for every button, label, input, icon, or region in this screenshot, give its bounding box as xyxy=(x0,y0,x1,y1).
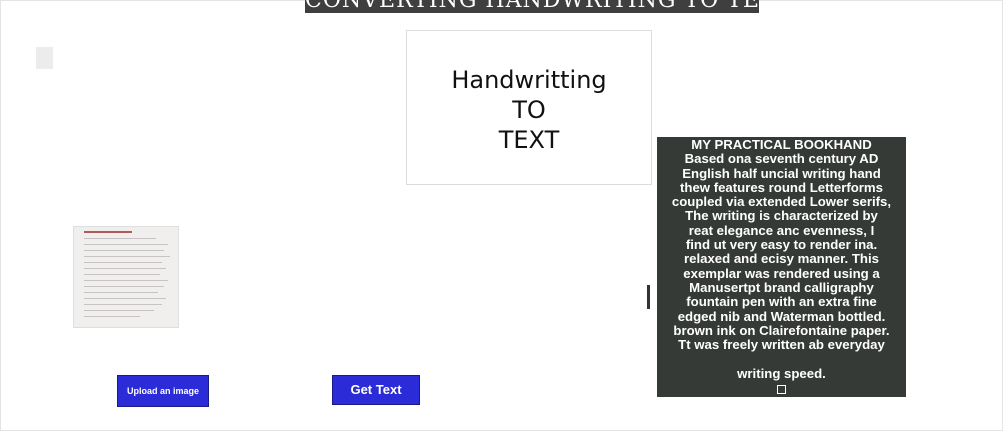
result-line: MY PRACTICAL BOOKHAND xyxy=(691,137,872,152)
thumbnail-text-line xyxy=(84,274,160,275)
result-line: writing speed. xyxy=(737,365,826,381)
text-cursor xyxy=(647,285,650,309)
result-line: thew features round Letterforms xyxy=(680,179,883,195)
hero-banner: Handwritting TO TEXT xyxy=(406,30,652,185)
result-line: exemplar was rendered using a xyxy=(683,265,880,281)
thumbnail-text-line xyxy=(84,238,156,239)
result-line: Manusertpt brand calligraphy xyxy=(689,279,874,295)
thumbnail-text-line xyxy=(84,250,164,251)
result-line: brown ink on Clairefontaine paper. xyxy=(673,322,890,338)
thumbnail-heading-stroke xyxy=(84,231,132,233)
uploaded-image-thumbnail xyxy=(73,226,179,328)
thumbnail-text-line xyxy=(84,262,162,263)
result-line: find ut very easy to render ina. xyxy=(685,237,878,253)
end-marker-icon xyxy=(777,385,786,395)
hero-line-2: TO xyxy=(512,96,546,124)
page-title: CONVERTING HANDWRITING TO TEXT xyxy=(305,0,759,13)
result-line: The writing is characterized by xyxy=(685,208,878,224)
thumbnail-text-line xyxy=(84,310,154,311)
result-line: edged nib and Waterman bottled. xyxy=(677,308,886,324)
result-line: reat elegance anc evenness, I xyxy=(688,222,875,238)
thumbnail-text-line xyxy=(84,316,140,317)
thumbnail-text-line xyxy=(84,286,164,287)
result-line: fountain pen with an extra fine xyxy=(686,294,877,310)
thumbnail-text-line xyxy=(84,268,166,269)
result-line: coupled via extended Lower serifs, xyxy=(671,194,892,210)
hero-line-1: Handwritting xyxy=(451,66,607,94)
result-blank-line xyxy=(657,352,906,366)
upload-image-button[interactable]: Upload an image xyxy=(117,375,209,407)
thumbnail-text-line xyxy=(84,244,168,245)
result-line: Tt was freely written ab everyday xyxy=(678,337,885,353)
thumbnail-text-line xyxy=(84,280,168,281)
thumbnail-text-line xyxy=(84,304,162,305)
result-line: English half uncial writing hand xyxy=(682,165,881,181)
thumbnail-text-line xyxy=(84,256,170,257)
get-text-button[interactable]: Get Text xyxy=(332,375,420,405)
result-line: relaxed and ecisy manner. This xyxy=(684,251,879,267)
hero-line-3: TEXT xyxy=(498,126,560,154)
recognized-text-panel: MY PRACTICAL BOOKHAND Based ona seventh … xyxy=(657,137,906,397)
thumbnail-text-line xyxy=(84,298,166,299)
result-line: Based ona seventh century AD xyxy=(684,151,879,167)
thumbnail-text-line xyxy=(84,292,158,293)
side-placeholder xyxy=(36,47,53,69)
